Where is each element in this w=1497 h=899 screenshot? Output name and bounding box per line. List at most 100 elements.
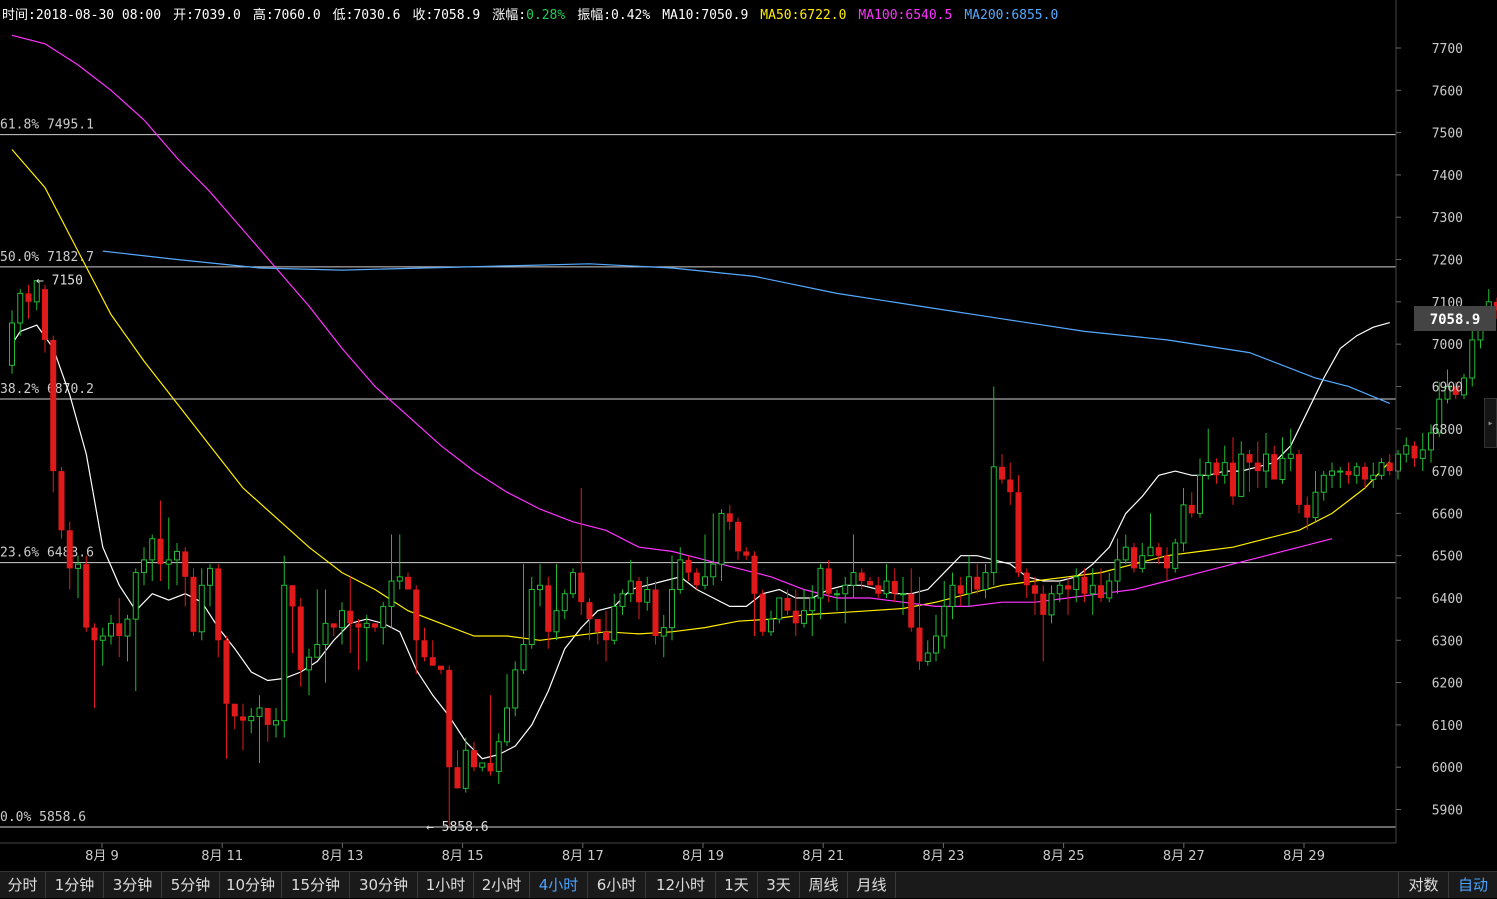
candle-body — [859, 573, 865, 581]
candle-body — [488, 763, 494, 771]
header-value-2: 7060.0 — [274, 8, 321, 23]
current-price-tag: 7058.9 — [1414, 306, 1496, 331]
candle-body — [1371, 475, 1376, 479]
candle-body — [538, 585, 543, 589]
header-label-9: MA100: — [858, 8, 905, 23]
candle-body — [422, 640, 428, 657]
fib-label: 61.8% 7495.1 — [0, 118, 94, 133]
candle-body — [1123, 547, 1128, 560]
candle-body — [1264, 454, 1269, 471]
header-value-0: 2018-08-30 08:00 — [36, 8, 161, 23]
x-tick-label: 8月 11 — [201, 849, 243, 864]
candle-body — [446, 670, 452, 767]
candle-body — [1156, 547, 1162, 555]
timeframe-4[interactable]: 10分钟 — [220, 872, 282, 898]
timeframe-7[interactable]: 1小时 — [418, 872, 474, 898]
candle-body — [752, 556, 758, 594]
candle-body — [150, 539, 155, 560]
candle-body — [1065, 585, 1071, 589]
candle-body — [323, 623, 328, 644]
header-value-1: 7039.0 — [194, 8, 241, 23]
candle-body — [595, 619, 601, 632]
candle-body — [1338, 471, 1343, 472]
candle-body — [703, 577, 708, 585]
candle-body — [1296, 454, 1302, 505]
timeframe-15[interactable]: 月线 — [848, 872, 896, 898]
candle-body — [1148, 547, 1153, 555]
y-tick-label: 5900 — [1432, 804, 1463, 819]
side-panel-toggle[interactable]: ▸ — [1484, 398, 1497, 448]
candle-body — [1049, 594, 1054, 615]
candlestick-chart[interactable]: 61.8% 7495.150.0% 7182.738.2% 6870.223.6… — [0, 0, 1497, 897]
candle-body — [636, 581, 642, 602]
candle-body — [100, 636, 105, 640]
candle-body — [315, 645, 320, 658]
candle-body — [158, 539, 164, 564]
timeframe-0[interactable]: 分时 — [0, 872, 46, 898]
candle-body — [612, 606, 617, 640]
candle-body — [620, 594, 625, 607]
candle-body — [1173, 543, 1178, 568]
candle-body — [967, 577, 972, 594]
candle-body — [1362, 467, 1368, 480]
header-value-9: 6540.5 — [905, 8, 952, 23]
candle-body — [1074, 577, 1079, 590]
candle-body — [950, 585, 955, 606]
timeframe-2[interactable]: 3分钟 — [104, 872, 162, 898]
timeframe-11[interactable]: 12小时 — [646, 872, 716, 898]
header-value-7: 7050.9 — [701, 8, 748, 23]
candle-body — [1189, 505, 1195, 513]
candle-body — [59, 471, 65, 530]
candle-body — [182, 551, 188, 576]
candle-body — [405, 577, 411, 590]
candle-body — [678, 560, 683, 590]
candle-body — [471, 750, 477, 767]
candle-body — [438, 666, 444, 670]
y-tick-label: 7700 — [1432, 42, 1463, 57]
candle-body — [999, 467, 1005, 480]
timeframe-1[interactable]: 1分钟 — [46, 872, 104, 898]
log-scale-button[interactable]: 对数 — [1398, 872, 1448, 898]
candle-body — [347, 611, 353, 624]
candle-body — [901, 594, 906, 595]
header-label-8: MA50: — [760, 8, 799, 23]
candle-body — [1057, 585, 1062, 593]
candle-body — [282, 585, 287, 720]
timeframe-8[interactable]: 2小时 — [474, 872, 530, 898]
candle — [83, 556, 89, 632]
timeframe-10[interactable]: 6小时 — [588, 872, 646, 898]
candle-body — [1090, 585, 1095, 593]
candle-body — [1131, 547, 1137, 568]
timeframe-14[interactable]: 周线 — [800, 872, 848, 898]
x-tick-label: 8月 9 — [85, 849, 119, 864]
candle-body — [356, 623, 362, 627]
candle-body — [274, 721, 279, 725]
candle-body — [917, 628, 923, 662]
timeframe-5[interactable]: 15分钟 — [282, 872, 350, 898]
header-label-5: 涨幅: — [492, 8, 526, 23]
timeframe-12[interactable]: 1天 — [716, 872, 758, 898]
candle-body — [991, 467, 996, 573]
candle-body — [42, 289, 48, 340]
candle-body — [628, 581, 633, 594]
timeframe-3[interactable]: 5分钟 — [162, 872, 220, 898]
timeframe-9[interactable]: 4小时 — [530, 872, 588, 898]
candle — [1173, 539, 1178, 573]
x-tick-label: 8月 19 — [682, 849, 724, 864]
candle-body — [1387, 463, 1393, 471]
x-tick-label: 8月 21 — [802, 849, 844, 864]
candle-body — [208, 568, 213, 585]
candle-body — [116, 623, 122, 636]
candle-body — [1107, 581, 1112, 598]
candle-body — [1230, 463, 1236, 497]
auto-scale-button[interactable]: 自动 — [1448, 872, 1497, 898]
candle-body — [777, 598, 782, 619]
y-tick-label: 6800 — [1432, 423, 1463, 438]
header-value-3: 7030.6 — [353, 8, 400, 23]
header-value-5: 0.28% — [526, 8, 565, 23]
candle-body — [1016, 492, 1022, 572]
timeframe-13[interactable]: 3天 — [758, 872, 800, 898]
timeframe-6[interactable]: 30分钟 — [350, 872, 418, 898]
candle-body — [711, 564, 716, 577]
candle-body — [331, 623, 337, 627]
